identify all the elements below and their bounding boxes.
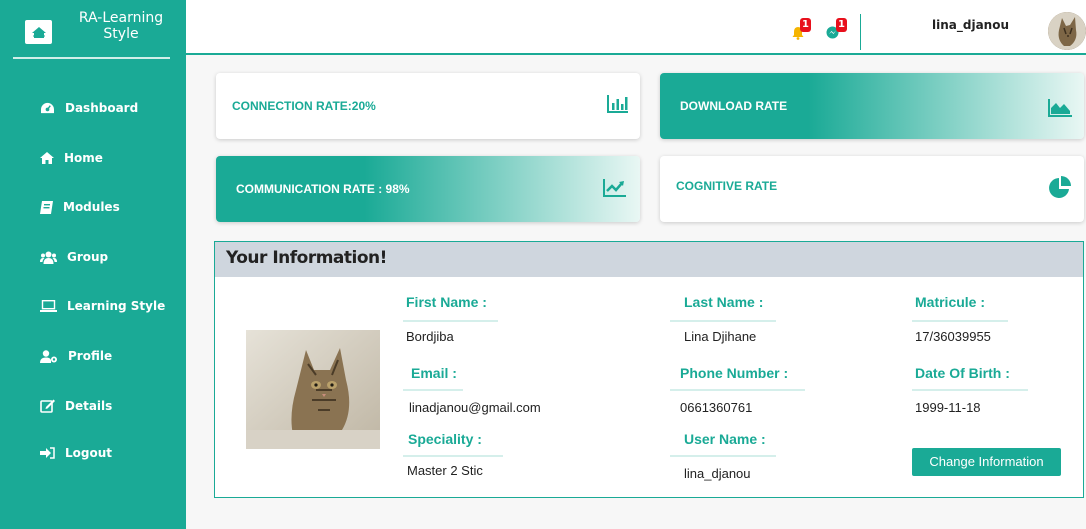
line-chart-icon [603, 179, 626, 197]
nav-label: Details [65, 399, 113, 413]
card-label: COGNITIVE RATE [676, 179, 778, 193]
notifications-badge: 1 [800, 18, 811, 32]
area-chart-icon [1048, 99, 1072, 117]
profile-photo [246, 330, 380, 449]
information-panel: Your Information! First Name : Bordjiba … [214, 241, 1084, 498]
laptop-icon [40, 300, 57, 312]
brand-title-line1: RA-Learning [78, 10, 164, 26]
field-underline [403, 455, 503, 457]
card-label: DOWNLOAD RATE [680, 99, 788, 113]
email-value: linadjanou@gmail.com [409, 400, 541, 415]
nav-label: Group [67, 250, 109, 264]
home-icon [40, 152, 54, 164]
nav-item-home[interactable]: Home [40, 151, 103, 165]
dob-label: Date Of Birth : [915, 365, 1010, 381]
phone-label: Phone Number : [680, 365, 789, 381]
brand-title-line2: Style [103, 26, 139, 42]
pie-chart-icon [1049, 176, 1071, 198]
nav-item-logout[interactable]: Logout [40, 446, 112, 460]
user-cog-icon [40, 349, 57, 363]
nav-item-group[interactable]: Group [40, 250, 108, 264]
first-name-label: First Name : [406, 294, 487, 310]
username-field-label: User Name : [684, 431, 766, 447]
edit-icon [40, 399, 55, 413]
nav-item-dashboard[interactable]: Dashboard [40, 101, 138, 115]
field-underline [403, 320, 498, 322]
topbar: 1 1 lina_djanou [186, 0, 1086, 55]
username-field-value: lina_djanou [684, 466, 751, 481]
card-label: CONNECTION RATE:20% [232, 99, 376, 113]
matricule-value: 17/36039955 [915, 329, 991, 344]
last-name-label: Last Name : [684, 294, 764, 310]
last-name-value: Lina Djihane [684, 329, 757, 344]
sign-out-icon [40, 447, 55, 459]
messages-badge: 1 [836, 18, 847, 32]
speciality-value: Master 2 Stic [407, 463, 483, 478]
matricule-label: Matricule : [915, 294, 986, 310]
nav-label: Modules [63, 200, 120, 214]
users-icon [40, 251, 57, 264]
field-underline [670, 455, 776, 457]
phone-value: 0661360761 [680, 400, 753, 415]
username-label[interactable]: lina_djanou [932, 18, 1009, 32]
nav-label: Learning Style [67, 299, 166, 313]
brand[interactable]: RA-Learning Style [0, 0, 186, 60]
information-title: Your Information! [226, 248, 387, 268]
field-underline [403, 389, 463, 391]
nav-item-learning-style[interactable]: Learning Style [40, 299, 165, 313]
field-underline [912, 389, 1028, 391]
dashboard-icon [41, 102, 54, 113]
dob-value: 1999-11-18 [915, 400, 981, 415]
field-underline [670, 320, 776, 322]
nav-label: Logout [65, 446, 113, 460]
nav-label: Dashboard [65, 101, 139, 115]
field-underline [912, 320, 1008, 322]
logo-icon [25, 20, 52, 44]
nav-item-modules[interactable]: Modules [40, 200, 120, 214]
brand-divider [13, 57, 170, 59]
change-information-button[interactable]: Change Information [912, 448, 1061, 476]
information-header: Your Information! [215, 242, 1083, 277]
nav-label: Profile [68, 349, 113, 363]
book-icon [40, 200, 53, 214]
brand-title: RA-Learning Style [66, 10, 176, 42]
topbar-divider [860, 14, 861, 50]
cognitive-rate-card[interactable]: COGNITIVE RATE [660, 156, 1084, 222]
download-rate-card[interactable]: DOWNLOAD RATE [660, 73, 1084, 139]
first-name-value: Bordjiba [406, 329, 454, 344]
nav-item-profile[interactable]: Profile [40, 349, 112, 363]
email-label: Email : [411, 365, 457, 381]
speciality-label: Speciality : [408, 431, 482, 447]
nav-item-details[interactable]: Details [40, 399, 112, 413]
connection-rate-card[interactable]: CONNECTION RATE:20% [216, 73, 640, 139]
sidebar: RA-Learning Style Dashboard Home Modules… [0, 0, 186, 529]
communication-rate-card[interactable]: COMMUNICATION RATE : 98% [216, 156, 640, 222]
avatar[interactable] [1048, 12, 1086, 50]
bar-chart-icon [607, 95, 628, 113]
nav-label: Home [64, 151, 103, 165]
card-label: COMMUNICATION RATE : 98% [236, 182, 410, 196]
field-underline [670, 389, 805, 391]
